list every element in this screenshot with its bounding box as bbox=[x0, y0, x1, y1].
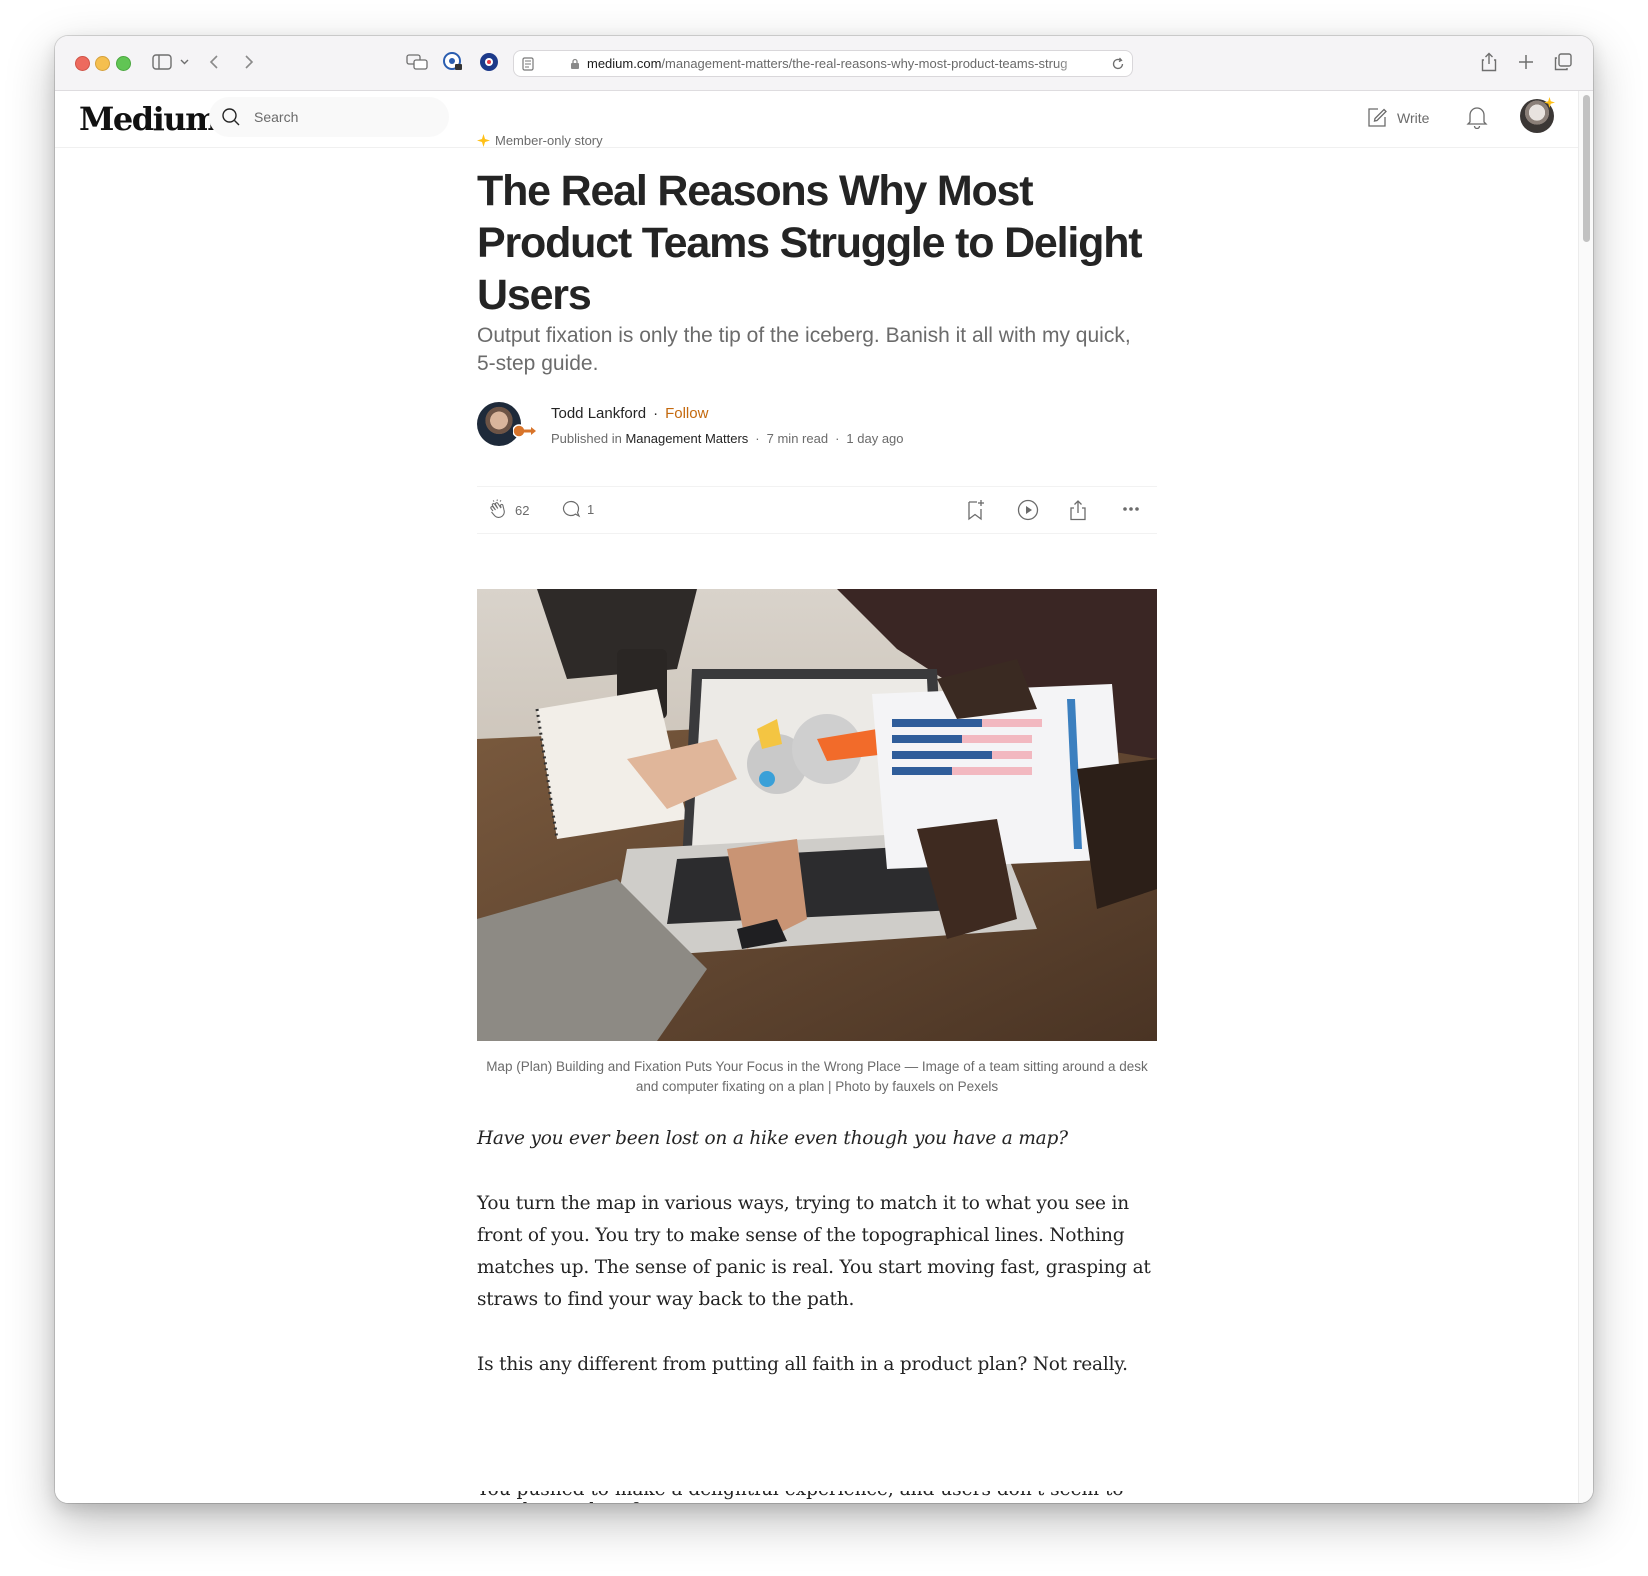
minimize-window-button[interactable] bbox=[95, 56, 110, 71]
write-label: Write bbox=[1397, 110, 1430, 126]
published-date: 1 day ago bbox=[846, 431, 904, 446]
zoom-window-button[interactable] bbox=[116, 56, 131, 71]
bookmark-icon bbox=[968, 500, 984, 521]
article-title: The Real Reasons Why Most Product Teams … bbox=[477, 167, 1143, 319]
separator-dot: · bbox=[653, 405, 659, 422]
follow-button[interactable]: Follow bbox=[665, 405, 708, 422]
address-bar[interactable]: medium.com/management-matters/the-real-r… bbox=[513, 50, 1133, 77]
member-star-icon bbox=[477, 134, 490, 147]
search-placeholder: Search bbox=[254, 109, 299, 125]
write-icon bbox=[1368, 108, 1387, 127]
play-icon bbox=[1017, 499, 1039, 521]
article-paragraph: You turn the map in various ways, trying… bbox=[477, 1193, 1151, 1310]
response-count: 1 bbox=[587, 501, 595, 517]
notifications-icon[interactable] bbox=[1466, 105, 1488, 129]
member-only-badge: Member-only story bbox=[477, 133, 603, 148]
article-meta: Published in Management Matters · 7 min … bbox=[551, 431, 904, 446]
share-icon bbox=[1070, 500, 1086, 521]
write-button[interactable]: Write bbox=[1366, 106, 1429, 130]
publication-link[interactable]: Management Matters bbox=[625, 431, 748, 446]
browser-window: medium.com/management-matters/the-real-r… bbox=[55, 36, 1593, 1503]
share-button[interactable] bbox=[1069, 499, 1087, 521]
translate-extension-icon[interactable] bbox=[405, 49, 429, 75]
privacy-extension-icon[interactable] bbox=[477, 49, 501, 75]
listen-button[interactable] bbox=[1017, 499, 1039, 521]
close-window-button[interactable] bbox=[75, 56, 90, 71]
responses-button[interactable]: 1 bbox=[561, 499, 594, 519]
more-options-button[interactable] bbox=[1121, 499, 1141, 519]
member-only-label: Member-only story bbox=[495, 133, 603, 148]
separator-dot: · bbox=[755, 431, 760, 446]
comment-icon bbox=[562, 500, 581, 518]
author-line: Todd Lankford · Follow bbox=[551, 405, 708, 422]
reload-icon[interactable] bbox=[1110, 56, 1126, 72]
member-star-icon bbox=[1544, 97, 1555, 108]
tab-overview-icon[interactable] bbox=[1552, 49, 1574, 75]
article-action-bar: 62 1 bbox=[477, 486, 1157, 534]
article-subtitle: Output fixation is only the tip of the i… bbox=[477, 324, 1131, 375]
scrollbar-thumb[interactable] bbox=[1583, 95, 1590, 242]
share-icon[interactable] bbox=[1479, 49, 1499, 75]
more-icon bbox=[1123, 507, 1139, 511]
published-prefix: Published in bbox=[551, 431, 622, 446]
article-paragraph: Is this any different from putting all f… bbox=[477, 1354, 1128, 1375]
new-tab-icon[interactable] bbox=[1516, 49, 1536, 75]
clap-count: 62 bbox=[515, 502, 530, 518]
site-header: Medium Search Write bbox=[55, 91, 1578, 148]
article-paragraph: You pushed to make a delightful experien… bbox=[477, 1491, 1157, 1503]
clap-button[interactable]: 62 bbox=[487, 499, 529, 521]
bookmark-button[interactable] bbox=[965, 499, 985, 521]
author-name[interactable]: Todd Lankford bbox=[551, 405, 646, 422]
hero-photo-illustration bbox=[477, 589, 1157, 1041]
image-caption: Map (Plan) Building and Fixation Puts Yo… bbox=[486, 1059, 1148, 1094]
clap-icon bbox=[490, 499, 505, 518]
reader-view-icon[interactable] bbox=[520, 56, 536, 72]
scrollbar[interactable] bbox=[1578, 91, 1593, 1503]
search-icon bbox=[222, 108, 240, 126]
browser-toolbar: medium.com/management-matters/the-real-r… bbox=[55, 36, 1593, 91]
medium-logo[interactable]: Medium bbox=[79, 100, 219, 138]
search-input[interactable]: Search bbox=[209, 97, 449, 137]
publication-badge-icon bbox=[513, 424, 536, 438]
published-in: Published in Management Matters bbox=[551, 431, 748, 446]
forward-icon[interactable] bbox=[240, 49, 258, 75]
password-extension-icon[interactable] bbox=[441, 49, 465, 75]
web-page: Medium Search Write Member-only story Th… bbox=[55, 91, 1578, 1503]
sidebar-toggle-icon[interactable] bbox=[151, 49, 173, 75]
read-time: 7 min read bbox=[766, 431, 829, 446]
url-text: medium.com/management-matters/the-real-r… bbox=[587, 56, 1068, 71]
separator-dot: · bbox=[835, 431, 840, 446]
hero-image bbox=[477, 589, 1157, 1041]
article-paragraph-cut: You pushed to make a delightful experien… bbox=[477, 1491, 1157, 1503]
back-icon[interactable] bbox=[205, 49, 223, 75]
lock-icon bbox=[569, 57, 581, 71]
article-paragraph: Have you ever been lost on a hike even t… bbox=[477, 1128, 1068, 1149]
chevron-down-icon[interactable] bbox=[178, 49, 190, 75]
